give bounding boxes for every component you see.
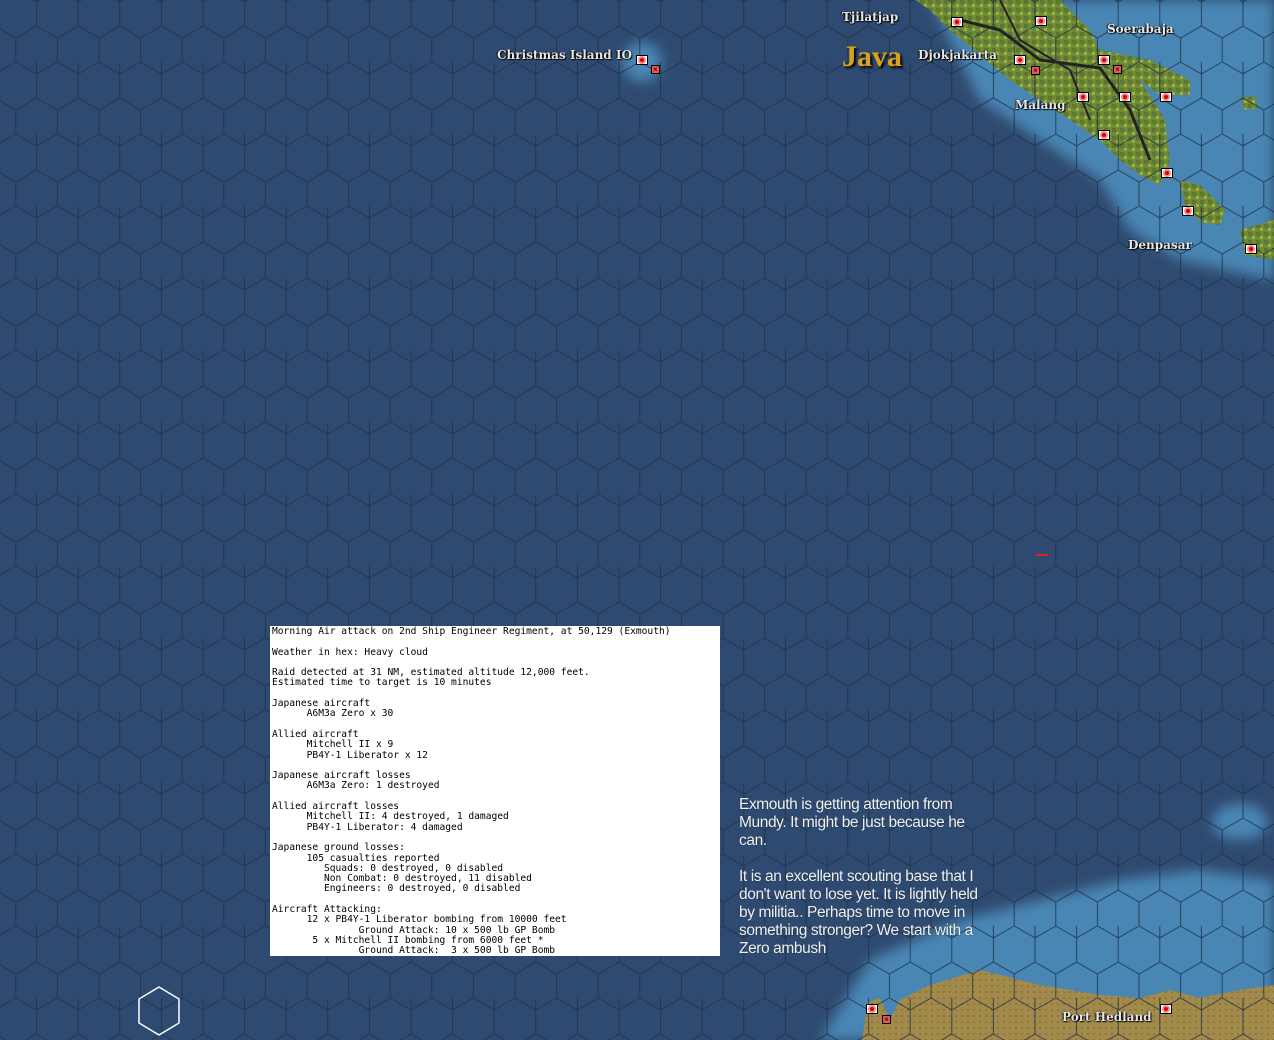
japanese-flag-icon[interactable] bbox=[1014, 55, 1026, 65]
combat-report-text: Morning Air attack on 2nd Ship Engineer … bbox=[270, 626, 720, 956]
base-icon[interactable]: × bbox=[1031, 66, 1040, 75]
report-line: A6M3a Zero x 30 bbox=[272, 708, 394, 720]
japanese-flag-icon[interactable] bbox=[1161, 168, 1173, 178]
japanese-flag-icon[interactable] bbox=[1160, 1004, 1172, 1014]
report-line: Weather in hex: Heavy cloud bbox=[272, 646, 428, 658]
report-line: Estimated time to target is 10 minutes bbox=[272, 677, 492, 689]
report-line: PB4Y-1 Liberator x 12 bbox=[272, 749, 428, 761]
place-label-denpasar[interactable]: Denpasar bbox=[1128, 238, 1192, 252]
japanese-flag-icon[interactable] bbox=[1119, 92, 1131, 102]
combat-report-panel: Morning Air attack on 2nd Ship Engineer … bbox=[270, 626, 720, 956]
japanese-flag-icon[interactable] bbox=[1077, 92, 1089, 102]
japanese-flag-icon[interactable] bbox=[1098, 55, 1110, 65]
place-label-christmas-island[interactable]: Christmas Island IO bbox=[497, 48, 632, 62]
place-label-malang[interactable]: Malang bbox=[1015, 98, 1066, 112]
place-label-port-hedland[interactable]: Port Hedland bbox=[1062, 1010, 1152, 1024]
japanese-flag-icon[interactable] bbox=[636, 55, 648, 65]
report-line: Morning Air attack on 2nd Ship Engineer … bbox=[272, 626, 671, 637]
report-line: PB4Y-1 Liberator: 4 damaged bbox=[272, 821, 463, 833]
place-label-djokjakarta[interactable]: Djokjakarta bbox=[918, 48, 997, 62]
report-line: Engineers: 0 destroyed, 0 disabled bbox=[272, 883, 521, 895]
japanese-flag-icon[interactable] bbox=[1245, 244, 1257, 254]
unit-marker[interactable] bbox=[1036, 554, 1048, 556]
report-line: Japanese ground losses: bbox=[272, 842, 405, 854]
region-label-java: Java bbox=[842, 40, 902, 73]
base-icon[interactable]: × bbox=[651, 65, 660, 74]
report-line: A6M3a Zero: 1 destroyed bbox=[272, 780, 440, 792]
japanese-flag-icon[interactable] bbox=[866, 1004, 878, 1014]
commentary-paragraph-1: Exmouth is getting attention from Mundy.… bbox=[739, 796, 965, 849]
selected-hex-outline[interactable] bbox=[137, 986, 181, 1038]
place-label-soerabaja[interactable]: Soerabaja bbox=[1107, 22, 1174, 36]
japanese-flag-icon[interactable] bbox=[951, 17, 963, 27]
japanese-flag-icon[interactable] bbox=[1160, 92, 1172, 102]
commentary-text: Exmouth is getting attention from Mundy.… bbox=[739, 796, 995, 976]
japanese-flag-icon[interactable] bbox=[1182, 206, 1194, 216]
base-icon[interactable]: × bbox=[1113, 65, 1122, 74]
place-label-tjilatjap[interactable]: Tjilatjap bbox=[842, 10, 898, 24]
japanese-flag-icon[interactable] bbox=[1098, 130, 1110, 140]
base-icon[interactable]: × bbox=[882, 1015, 891, 1024]
commentary-paragraph-2: It is an excellent scouting base that I … bbox=[739, 868, 978, 957]
report-line: Ground Attack: 3 x 500 lb GP Bomb bbox=[272, 945, 556, 956]
japanese-flag-icon[interactable] bbox=[1035, 16, 1047, 26]
